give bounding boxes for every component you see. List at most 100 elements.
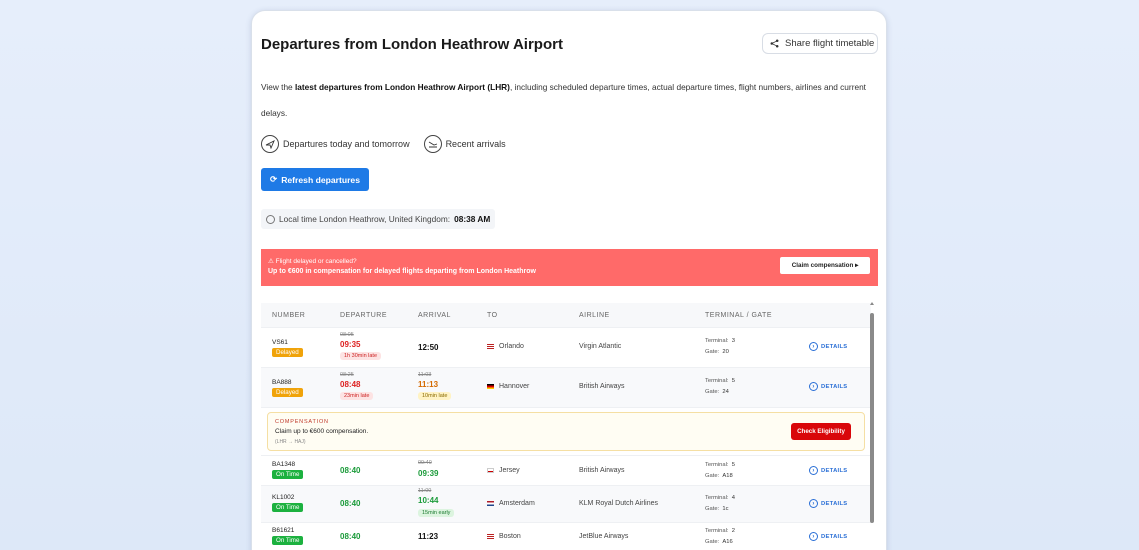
status-badge: Delayed: [272, 348, 303, 357]
arr-actual: 11:23: [418, 532, 439, 541]
dep-actual: 08:40: [340, 532, 361, 541]
table-header: NUMBER DEPARTURE ARRIVAL TO AIRLINE TERM…: [261, 303, 871, 327]
arr-actual: 10:44: [418, 496, 439, 505]
compensation-text: Claim up to €600 compensation.: [275, 428, 369, 435]
status-badge: On Time: [272, 470, 304, 479]
gate-label: Gate:: [705, 506, 720, 512]
quick-link-arrivals[interactable]: Recent arrivals: [423, 135, 506, 153]
plane-takeoff-icon: [261, 135, 279, 153]
gate-label: Gate:: [705, 389, 720, 395]
banner-line1: ⚠ Flight delayed or cancelled?: [268, 258, 357, 265]
flight-number: KL1002: [272, 494, 295, 501]
details-button[interactable]: › DETAILS: [809, 342, 847, 351]
flight-number: VS61: [272, 339, 288, 346]
details-label: DETAILS: [821, 343, 848, 350]
dep-scheduled: 08:25: [340, 372, 354, 378]
terminal-value: 4: [731, 495, 735, 501]
details-label: DETAILS: [821, 500, 848, 507]
arr-delay-note: 10min late: [418, 392, 452, 400]
destination: Hannover: [487, 383, 529, 390]
arr-early-note: 15min early: [418, 509, 455, 517]
flag-us-icon: [487, 344, 494, 349]
destination: Orlando: [487, 343, 524, 350]
gate-value: A18: [722, 473, 733, 479]
refresh-icon: ⟳: [269, 174, 278, 184]
col-arrival: ARRIVAL: [418, 312, 451, 319]
local-time: Local time London Heathrow, United Kingd…: [261, 209, 496, 229]
terminal-label: Terminal:: [705, 528, 729, 534]
dep-actual: 09:35: [340, 340, 361, 349]
destination-name: Hannover: [499, 383, 530, 390]
banner-line2: Up to €600 in compensation for delayed f…: [268, 268, 536, 275]
flight-number: B61621: [272, 527, 295, 534]
flight-number: BA888: [272, 379, 292, 386]
dep-actual: 08:40: [340, 466, 361, 475]
flag-us-icon: [487, 534, 494, 539]
terminal-gate: Terminal: 3 Gate: 20: [705, 336, 735, 358]
share-icon: [770, 39, 779, 48]
quick-link-label: Departures today and tomorrow: [283, 139, 410, 149]
table-row[interactable]: KL1002 On Time 08:40 11:00 10:44 15min e…: [261, 485, 871, 522]
table-row[interactable]: BA888 Delayed 08:25 08:48 23min late 11:…: [261, 367, 871, 407]
local-time-value: 08:38 AM: [454, 214, 491, 224]
destination: Jersey: [487, 467, 520, 474]
plane-landing-icon: [423, 135, 442, 153]
arrow-right-icon: ›: [809, 532, 818, 541]
local-time-label: Local time London Heathrow, United Kingd…: [279, 214, 451, 224]
airline: Virgin Atlantic: [579, 343, 622, 350]
arr-actual: 11:13: [418, 380, 439, 389]
status-badge: Delayed: [272, 388, 303, 397]
details-button[interactable]: › DETAILS: [809, 382, 847, 391]
table-row[interactable]: BA1348 On Time 08:40 09:40 09:39 Jersey …: [261, 455, 871, 485]
terminal-label: Terminal:: [705, 495, 729, 501]
destination-name: Jersey: [499, 467, 520, 474]
airline: KLM Royal Dutch Airlines: [579, 500, 658, 507]
dep-delay-note: 23min late: [340, 392, 374, 400]
compensation-banner: ⚠ Flight delayed or cancelled? Up to €60…: [261, 249, 878, 286]
table-row[interactable]: B61621 On Time 08:40 11:23 Boston JetBlu…: [261, 522, 871, 550]
terminal-gate: Terminal: 5 Gate: A18: [705, 460, 735, 482]
destination: Boston: [487, 533, 521, 540]
terminal-value: 3: [731, 338, 735, 344]
flag-je-icon: [487, 468, 494, 473]
arrow-right-icon: ›: [809, 466, 818, 475]
gate-label: Gate:: [705, 349, 720, 355]
scroll-up-icon[interactable]: [870, 302, 874, 305]
gate-label: Gate:: [705, 539, 720, 545]
refresh-departures-button[interactable]: ⟳ Refresh departures: [261, 168, 369, 191]
quick-link-label: Recent arrivals: [445, 139, 506, 149]
page-title: Departures from London Heathrow Airport: [261, 36, 563, 53]
destination: Amsterdam: [487, 500, 535, 507]
status-badge: On Time: [272, 503, 304, 512]
claim-compensation-button[interactable]: Claim compensation ▸: [780, 257, 870, 274]
terminal-label: Terminal:: [705, 378, 729, 384]
arrow-right-icon: ›: [809, 382, 818, 391]
gate-value: 1c: [722, 506, 729, 512]
scrollbar-thumb[interactable]: [870, 313, 874, 523]
details-button[interactable]: › DETAILS: [809, 466, 847, 475]
gate-value: 24: [722, 389, 729, 395]
arr-scheduled: 11:00: [418, 488, 432, 494]
terminal-label: Terminal:: [705, 338, 729, 344]
details-button[interactable]: › DETAILS: [809, 499, 847, 508]
flag-nl-icon: [487, 501, 494, 506]
arrow-right-icon: ›: [809, 499, 818, 508]
share-timetable-button[interactable]: Share flight timetable: [762, 33, 878, 54]
table-row[interactable]: VS61 Delayed 08:05 09:35 1h 30min late 1…: [261, 327, 871, 367]
quick-link-departures[interactable]: Departures today and tomorrow: [261, 135, 410, 153]
refresh-label: Refresh departures: [281, 174, 360, 185]
destination-name: Orlando: [499, 343, 524, 350]
terminal-gate: Terminal: 4 Gate: 1c: [705, 493, 735, 515]
compensation-route: (LHR → HAJ): [275, 439, 306, 445]
check-eligibility-button[interactable]: Check Eligibility: [791, 423, 851, 440]
departures-card: Departures from London Heathrow Airport …: [251, 10, 887, 550]
table-scrollbar[interactable]: [870, 302, 874, 523]
dep-scheduled: 08:05: [340, 332, 354, 338]
details-button[interactable]: › DETAILS: [809, 532, 847, 541]
gate-label: Gate:: [705, 473, 720, 479]
arr-actual: 09:39: [418, 469, 439, 478]
terminal-value: 5: [731, 462, 735, 468]
clock-icon: [266, 214, 275, 224]
details-label: DETAILS: [821, 467, 848, 474]
arrow-right-icon: ›: [809, 342, 818, 351]
